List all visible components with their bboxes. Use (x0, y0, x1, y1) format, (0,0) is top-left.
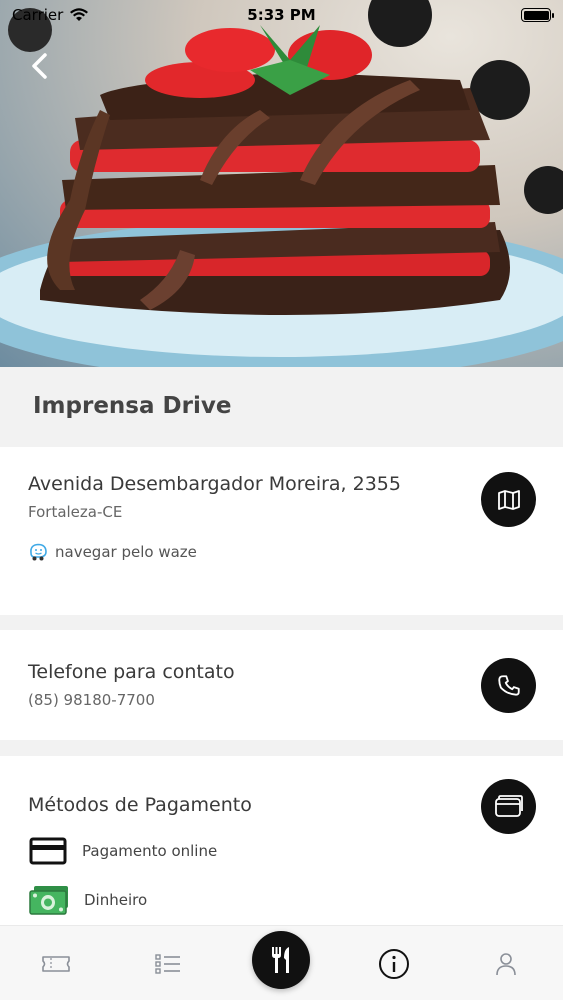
tab-profile[interactable] (488, 948, 524, 980)
waze-icon (30, 543, 47, 561)
payment-method-label: Pagamento online (82, 842, 218, 860)
call-button[interactable] (481, 658, 536, 713)
cake-photo (0, 0, 563, 367)
status-bar: Carrier 5:33 PM (0, 0, 563, 30)
payment-method-cash: Dinheiro (28, 884, 563, 916)
contact-card: Telefone para contato (85) 98180-7700 (0, 630, 563, 740)
hero-image: Carrier 5:33 PM (0, 0, 563, 367)
tab-tickets[interactable] (38, 948, 74, 980)
address-card: Avenida Desembargador Moreira, 2355 Fort… (0, 447, 563, 615)
carrier-label: Carrier (12, 6, 64, 24)
payment-method-online: Pagamento online (28, 836, 563, 866)
waze-label: navegar pelo waze (55, 543, 197, 561)
map-icon (497, 489, 520, 510)
tab-bar (0, 925, 563, 1000)
waze-link[interactable]: navegar pelo waze (28, 543, 563, 561)
ticket-icon (42, 956, 70, 972)
title-section: Imprensa Drive (0, 367, 563, 444)
battery-icon (521, 8, 554, 22)
phone-icon (497, 674, 520, 696)
back-button[interactable] (24, 48, 54, 84)
payment-card: Métodos de Pagamento Pagamento online Di… (0, 756, 563, 936)
info-icon (379, 949, 409, 979)
chevron-left-icon (32, 53, 47, 79)
restaurant-name: Imprensa Drive (33, 392, 232, 419)
wifi-icon (70, 8, 89, 21)
map-button[interactable] (481, 472, 536, 527)
payment-info-button[interactable] (481, 779, 536, 834)
tab-list[interactable] (150, 948, 186, 980)
fork-knife-icon (272, 947, 289, 973)
payment-method-label: Dinheiro (84, 891, 148, 909)
list-icon (155, 954, 180, 974)
user-icon (496, 953, 516, 976)
tab-info[interactable] (376, 948, 412, 980)
credit-card-icon (29, 837, 67, 865)
wallet-icon (494, 794, 523, 817)
cash-icon (29, 886, 68, 915)
tab-menu[interactable] (252, 931, 310, 989)
